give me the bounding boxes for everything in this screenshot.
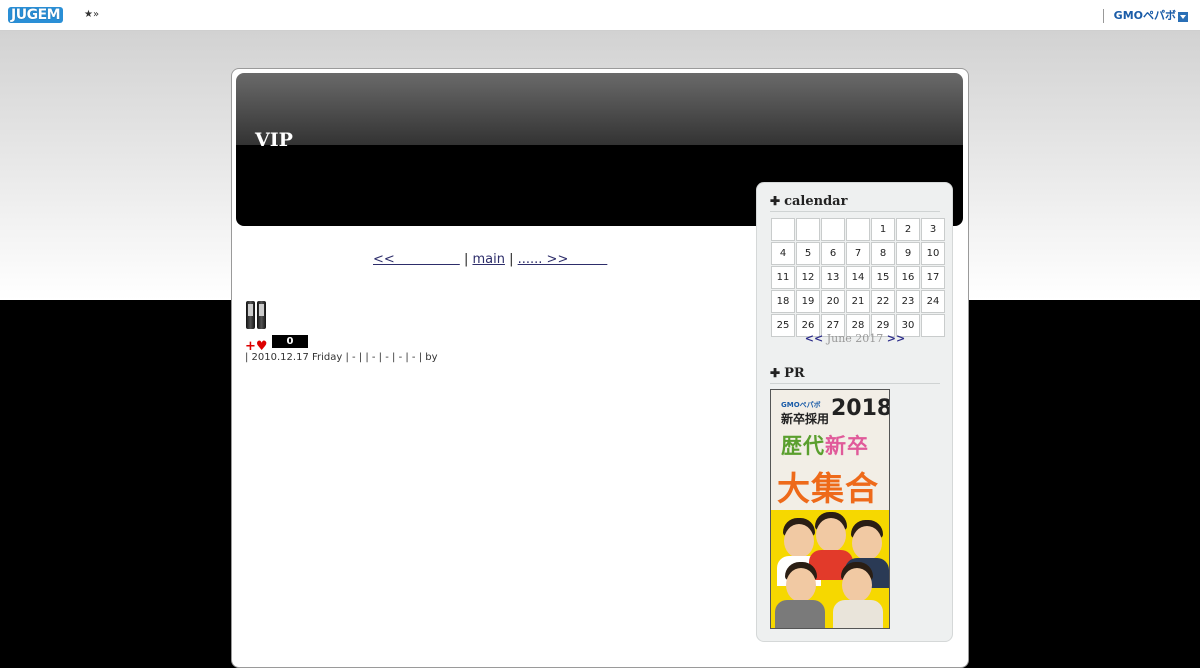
pr-year: 2018 <box>831 396 890 421</box>
pr-heading: ✚ PR <box>770 366 940 384</box>
next-entry-link[interactable]: ...... >> <box>518 252 608 267</box>
calendar-nav: << June 2017 >> <box>770 332 940 345</box>
person-face <box>852 526 882 560</box>
calendar-day: 6 <box>821 242 845 265</box>
blog-title[interactable]: VIP <box>255 129 293 151</box>
person-shirt <box>833 600 883 628</box>
pr-line3: 大集合 <box>777 469 879 508</box>
person-face <box>784 524 814 558</box>
bar-icon <box>257 301 266 329</box>
calendar-day <box>846 218 870 241</box>
calendar-day: 9 <box>896 242 920 265</box>
calendar-day: 20 <box>821 290 845 313</box>
person-face <box>816 518 846 552</box>
calendar-day: 5 <box>796 242 820 265</box>
pr-banner-ad[interactable]: GMOペパボ 新卒採用 2018 歴代新卒 大集合 <box>770 389 890 629</box>
person-face <box>786 568 816 602</box>
chevron-down-icon[interactable] <box>1178 12 1188 22</box>
calendar-day: 24 <box>921 290 945 313</box>
entry-navigation: << | main | ...... >> <box>373 248 607 267</box>
calendar-day: 2 <box>896 218 920 241</box>
calendar-heading: ✚ calendar <box>770 194 940 212</box>
calendar-day: 3 <box>921 218 945 241</box>
main-link[interactable]: main <box>472 252 504 267</box>
person-shirt <box>775 600 825 628</box>
calendar-day <box>796 218 820 241</box>
entry-meta: | 2010.12.17 Friday | - | | - | - | - | … <box>245 352 438 363</box>
pr-line1: 新卒採用 <box>781 412 830 426</box>
calendar-day: 10 <box>921 242 945 265</box>
entry-title-icon <box>246 301 268 333</box>
calendar-week: 11 12 13 14 15 16 17 <box>771 266 945 289</box>
pr-photo <box>771 510 889 628</box>
calendar-day <box>771 218 795 241</box>
calendar-day: 8 <box>871 242 895 265</box>
calendar-next-link[interactable]: >> <box>887 332 905 345</box>
jugem-logo[interactable]: JUGEM <box>8 7 64 23</box>
calendar-day: 17 <box>921 266 945 289</box>
pr-line2: 歴代新卒 <box>781 430 869 460</box>
jugem-toolbar: JUGEM ★» GMOペパボ <box>0 0 1200 31</box>
calendar-day: 22 <box>871 290 895 313</box>
calendar-day: 1 <box>871 218 895 241</box>
nav-separator: | <box>463 252 469 267</box>
pr-line2a: 歴代 <box>781 434 825 458</box>
pr-brand: GMOペパボ <box>781 401 821 409</box>
gmo-pepabo-link[interactable]: GMOペパボ <box>1102 9 1176 23</box>
calendar-title: calendar <box>784 194 848 209</box>
calendar-day: 14 <box>846 266 870 289</box>
calendar-day: 18 <box>771 290 795 313</box>
rating-widget: +♥ 0 <box>245 335 308 353</box>
cross-icon: ✚ <box>770 366 781 380</box>
calendar-day: 13 <box>821 266 845 289</box>
calendar-day: 21 <box>846 290 870 313</box>
calendar-day: 15 <box>871 266 895 289</box>
calendar-week: 18 19 20 21 22 23 24 <box>771 290 945 313</box>
bar-icon <box>246 301 255 329</box>
calendar-day <box>821 218 845 241</box>
sidebar: ✚ calendar 1 2 3 4 5 6 7 8 9 10 11 12 13 14 15 16 17 18 19 2… <box>756 182 953 642</box>
calendar-week: 4 5 6 7 8 9 10 <box>771 242 945 265</box>
cross-icon: ✚ <box>770 194 781 208</box>
calendar-day: 11 <box>771 266 795 289</box>
calendar-day: 7 <box>846 242 870 265</box>
prev-entry-link[interactable]: << <box>373 252 460 267</box>
calendar-day: 16 <box>896 266 920 289</box>
calendar-day: 4 <box>771 242 795 265</box>
jugem-mark[interactable]: ★» <box>84 9 99 20</box>
nav-separator: | <box>509 252 514 267</box>
calendar-day: 12 <box>796 266 820 289</box>
person-face <box>842 568 872 602</box>
calendar-day: 23 <box>896 290 920 313</box>
calendar-month: June 2017 <box>826 332 884 345</box>
calendar-day: 19 <box>796 290 820 313</box>
rating-count: 0 <box>272 335 308 348</box>
pr-line2b: 新卒 <box>825 434 869 458</box>
calendar-prev-link[interactable]: << <box>805 332 823 345</box>
pr-title: PR <box>784 366 805 381</box>
calendar-week: 123 <box>771 218 945 241</box>
calendar-table: 1 2 3 4 5 6 7 8 9 10 11 12 13 14 15 16 17 18 19 20 21 22 23 24 2… <box>770 217 946 338</box>
